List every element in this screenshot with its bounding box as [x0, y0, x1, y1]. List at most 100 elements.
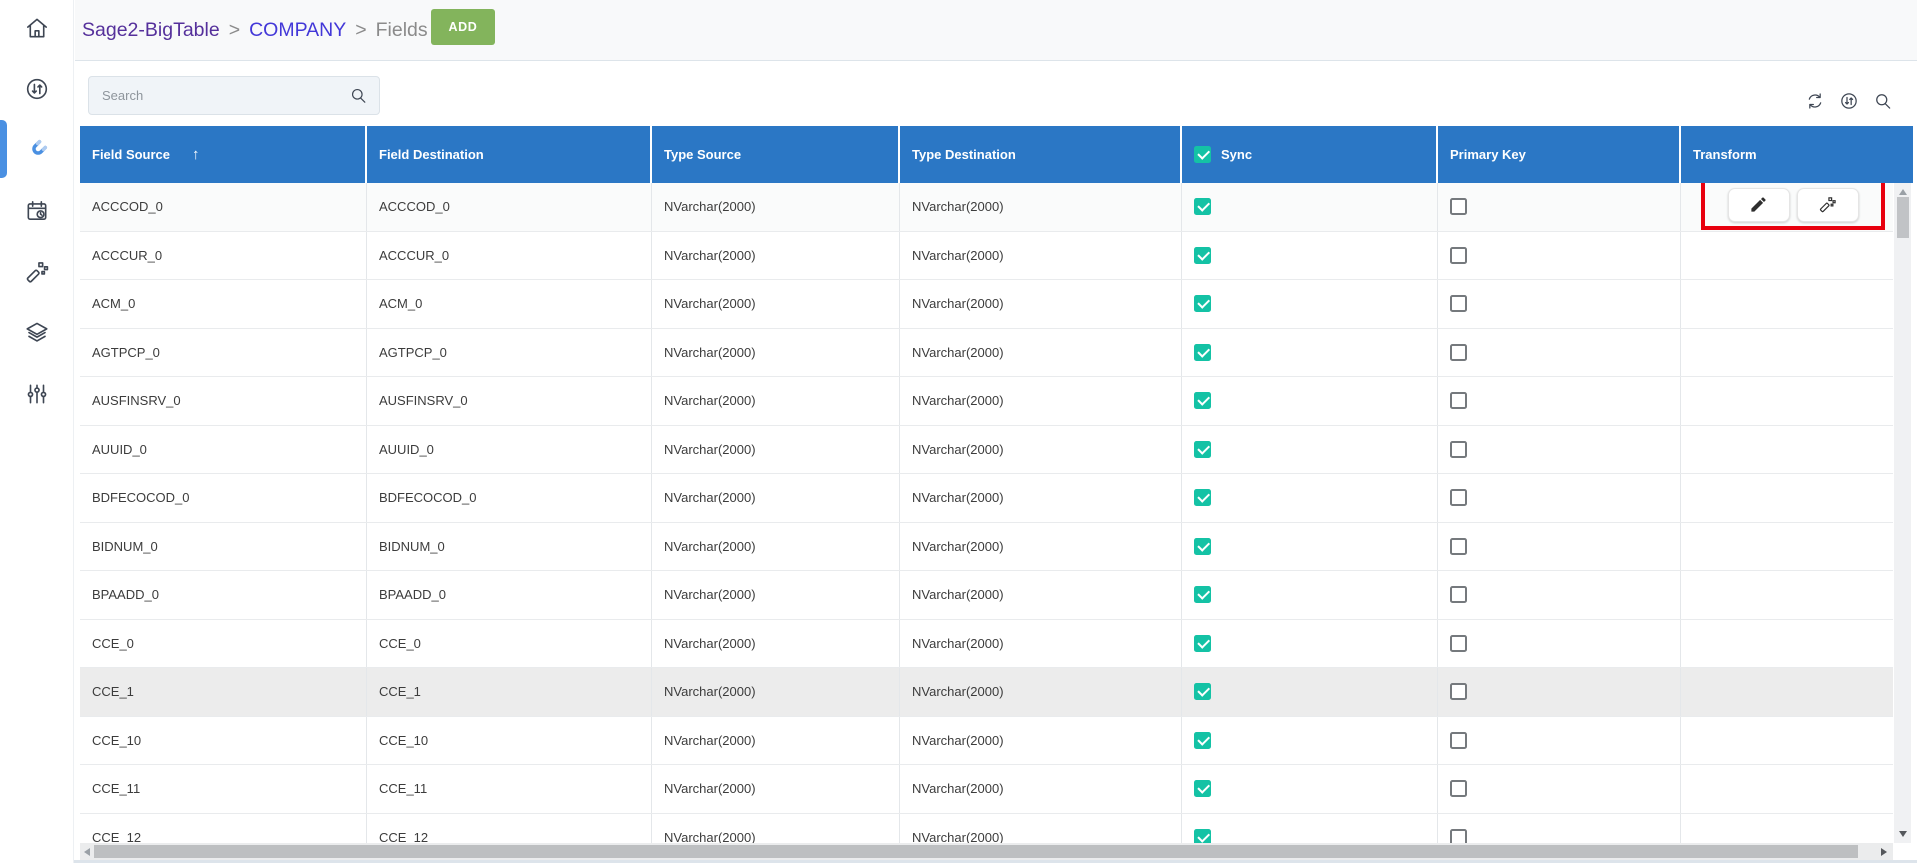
sync-checkbox[interactable]	[1194, 392, 1211, 409]
field-destination-value: ACCCOD_0	[379, 199, 450, 214]
type-source-value: NVarchar(2000)	[664, 733, 756, 748]
sync-checkbox[interactable]	[1194, 489, 1211, 506]
table-row[interactable]: BDFECOCOD_0 BDFECOCOD_0 NVarchar(2000) N…	[80, 474, 1893, 523]
primary-key-checkbox[interactable]	[1450, 344, 1467, 361]
scroll-down-arrow-icon[interactable]	[1899, 831, 1907, 837]
sync-checkbox[interactable]	[1194, 247, 1211, 264]
table-row[interactable]: CCE_10 CCE_10 NVarchar(2000) NVarchar(20…	[80, 717, 1893, 766]
search-icon[interactable]	[1873, 91, 1893, 111]
breadcrumb: Sage2-BigTable > COMPANY > Fields	[82, 0, 428, 61]
table-row[interactable]: AUSFINSRV_0 AUSFINSRV_0 NVarchar(2000) N…	[80, 377, 1893, 426]
type-destination-value: NVarchar(2000)	[912, 345, 1004, 360]
table-row[interactable]: CCE_11 CCE_11 NVarchar(2000) NVarchar(20…	[80, 765, 1893, 814]
cell-sync	[1182, 620, 1438, 668]
vertical-scrollbar[interactable]	[1894, 183, 1911, 843]
table-row[interactable]: ACCCUR_0 ACCCUR_0 NVarchar(2000) NVarcha…	[80, 232, 1893, 281]
sync-all-checkbox[interactable]	[1194, 146, 1211, 163]
cell-field-source: CCE_10	[80, 717, 367, 765]
type-destination-value: NVarchar(2000)	[912, 587, 1004, 602]
primary-key-checkbox[interactable]	[1450, 441, 1467, 458]
sync-checkbox[interactable]	[1194, 635, 1211, 652]
search-input[interactable]	[89, 88, 349, 103]
field-source-value: BDFECOCOD_0	[92, 490, 190, 505]
column-header-field-destination[interactable]: Field Destination	[367, 126, 652, 183]
vertical-scrollbar-thumb[interactable]	[1897, 197, 1909, 238]
cell-primary-key	[1438, 232, 1681, 280]
sync-checkbox[interactable]	[1194, 198, 1211, 215]
sidebar-item-transfer[interactable]	[0, 76, 74, 102]
field-destination-value: AUSFINSRV_0	[379, 393, 468, 408]
horizontal-scrollbar[interactable]	[80, 843, 1893, 860]
sync-checkbox[interactable]	[1194, 683, 1211, 700]
cell-primary-key	[1438, 814, 1681, 844]
sidebar-item-schedule[interactable]	[0, 198, 74, 224]
table-row[interactable]: BPAADD_0 BPAADD_0 NVarchar(2000) NVarcha…	[80, 571, 1893, 620]
sync-checkbox[interactable]	[1194, 780, 1211, 797]
horizontal-scrollbar-thumb[interactable]	[94, 845, 1858, 858]
cell-field-source: BIDNUM_0	[80, 523, 367, 571]
pencil-icon	[1749, 195, 1768, 214]
sidebar-item-home[interactable]	[0, 15, 74, 41]
type-source-value: NVarchar(2000)	[664, 587, 756, 602]
sync-checkbox[interactable]	[1194, 441, 1211, 458]
field-destination-value: CCE_11	[379, 781, 427, 796]
primary-key-checkbox[interactable]	[1450, 489, 1467, 506]
primary-key-checkbox[interactable]	[1450, 586, 1467, 603]
cell-field-source: AUSFINSRV_0	[80, 377, 367, 425]
sync-checkbox[interactable]	[1194, 732, 1211, 749]
breadcrumb-project-link[interactable]: Sage2-BigTable	[82, 19, 220, 42]
table-row[interactable]: ACM_0 ACM_0 NVarchar(2000) NVarchar(2000…	[80, 280, 1893, 329]
sidebar-item-connections[interactable]	[0, 137, 74, 163]
sync-checkbox[interactable]	[1194, 538, 1211, 555]
table-row[interactable]: AGTPCP_0 AGTPCP_0 NVarchar(2000) NVarcha…	[80, 329, 1893, 378]
table-row[interactable]: BIDNUM_0 BIDNUM_0 NVarchar(2000) NVarcha…	[80, 523, 1893, 572]
breadcrumb-table-link[interactable]: COMPANY	[249, 19, 346, 42]
scroll-up-arrow-icon[interactable]	[1899, 189, 1907, 195]
primary-key-checkbox[interactable]	[1450, 780, 1467, 797]
primary-key-checkbox[interactable]	[1450, 392, 1467, 409]
sync-checkbox[interactable]	[1194, 295, 1211, 312]
field-source-value: CCE_11	[92, 781, 140, 796]
sidebar-item-transformations[interactable]	[0, 259, 74, 285]
column-header-primary-key[interactable]: Primary Key	[1438, 126, 1681, 183]
sidebar-item-layers[interactable]	[0, 320, 74, 346]
table-row[interactable]: AUUID_0 AUUID_0 NVarchar(2000) NVarchar(…	[80, 426, 1893, 475]
search-icon	[349, 86, 368, 105]
table-row[interactable]: CCE_0 CCE_0 NVarchar(2000) NVarchar(2000…	[80, 620, 1893, 669]
primary-key-checkbox[interactable]	[1450, 538, 1467, 555]
sync-checkbox[interactable]	[1194, 344, 1211, 361]
primary-key-checkbox[interactable]	[1450, 635, 1467, 652]
sync-checkbox[interactable]	[1194, 829, 1211, 843]
cell-field-destination: ACCCUR_0	[367, 232, 652, 280]
type-destination-value: NVarchar(2000)	[912, 636, 1004, 651]
column-header-sync[interactable]: Sync	[1182, 126, 1438, 183]
topbar: Sage2-BigTable > COMPANY > Fields ADD	[75, 0, 1917, 61]
table-row[interactable]: ACCCOD_0 ACCCOD_0 NVarchar(2000) NVarcha…	[80, 183, 1893, 232]
cell-type-source: NVarchar(2000)	[652, 620, 900, 668]
table-row[interactable]: CCE_1 CCE_1 NVarchar(2000) NVarchar(2000…	[80, 668, 1893, 717]
data-transfer-icon[interactable]	[1839, 91, 1859, 111]
field-destination-value: BIDNUM_0	[379, 539, 445, 554]
sidebar-item-settings[interactable]	[0, 381, 74, 407]
primary-key-checkbox[interactable]	[1450, 198, 1467, 215]
sidebar	[0, 0, 74, 863]
primary-key-checkbox[interactable]	[1450, 247, 1467, 264]
column-header-transform[interactable]: Transform	[1681, 126, 1913, 183]
column-header-type-source[interactable]: Type Source	[652, 126, 900, 183]
primary-key-checkbox[interactable]	[1450, 683, 1467, 700]
sync-checkbox[interactable]	[1194, 586, 1211, 603]
cell-field-destination: BIDNUM_0	[367, 523, 652, 571]
primary-key-checkbox[interactable]	[1450, 829, 1467, 843]
column-header-field-source[interactable]: Field Source ↑	[80, 126, 367, 183]
edit-button[interactable]	[1728, 188, 1790, 222]
primary-key-checkbox[interactable]	[1450, 295, 1467, 312]
column-header-type-destination[interactable]: Type Destination	[900, 126, 1182, 183]
refresh-icon[interactable]	[1805, 91, 1825, 111]
scroll-left-arrow-icon[interactable]	[84, 848, 90, 856]
table-row[interactable]: CCE_12 CCE_12 NVarchar(2000) NVarchar(20…	[80, 814, 1893, 844]
sort-asc-icon[interactable]: ↑	[192, 146, 200, 163]
primary-key-checkbox[interactable]	[1450, 732, 1467, 749]
scroll-right-arrow-icon[interactable]	[1881, 848, 1887, 856]
add-button[interactable]: ADD	[431, 9, 495, 45]
transform-button[interactable]	[1797, 188, 1859, 222]
